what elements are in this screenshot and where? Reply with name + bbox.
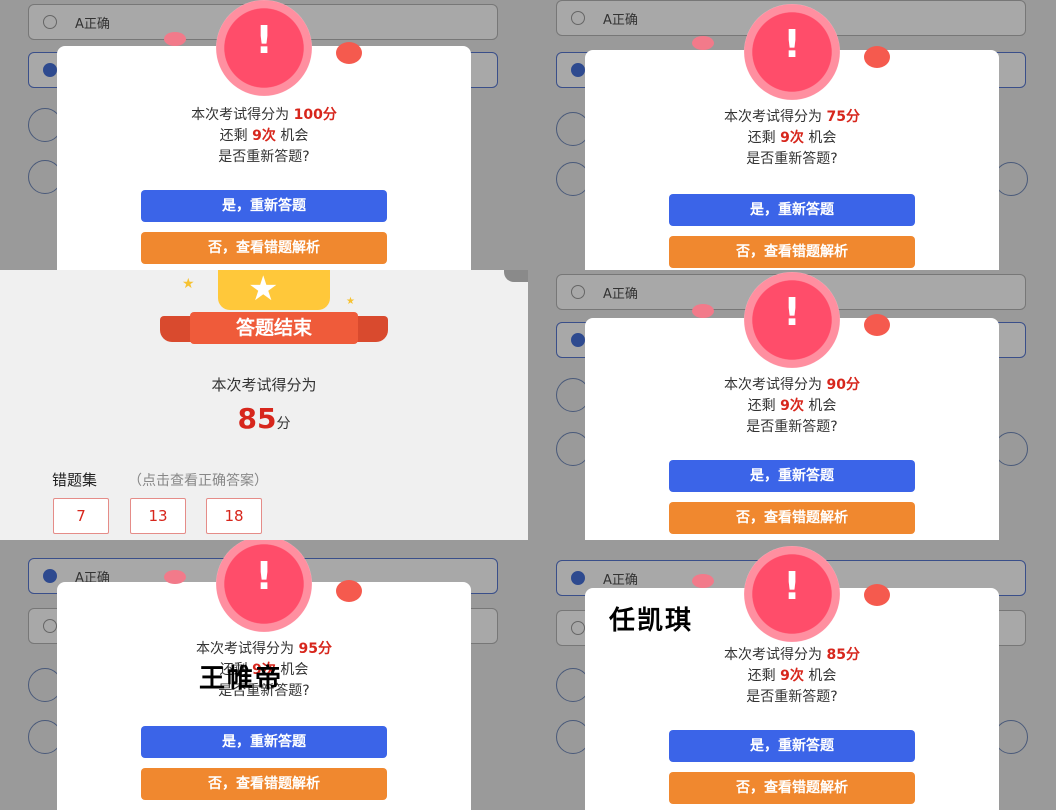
radio-checked-icon bbox=[571, 63, 585, 77]
star-icon: ★ bbox=[248, 270, 279, 309]
remaining-line: 还剩 9次 机会 bbox=[747, 668, 837, 684]
star-icon: ★ bbox=[182, 276, 195, 292]
wrong-item[interactable]: 13 bbox=[130, 498, 186, 534]
balloon-icon bbox=[692, 574, 714, 588]
score-value: 75分 bbox=[826, 109, 860, 125]
wrong-set-hint: （点击查看正确答案） bbox=[128, 473, 268, 489]
radio-checked-icon bbox=[571, 571, 585, 585]
score-value: 100分 bbox=[293, 107, 337, 123]
result-score-label: 本次考试得分为 bbox=[211, 376, 317, 394]
radio-icon bbox=[43, 619, 57, 633]
alert-icon: ! bbox=[744, 4, 840, 100]
result-banner: 答题结束 bbox=[190, 312, 358, 344]
alert-icon: ! bbox=[216, 540, 312, 632]
panel-score-75: A正确 本次考试得分为 75分 还剩 9次 机会 是否重新答题? 是，重新答题 … bbox=[528, 0, 1056, 270]
question-line: 是否重新答题? bbox=[746, 689, 838, 705]
option-circle[interactable] bbox=[994, 432, 1028, 466]
page-edge bbox=[504, 270, 528, 282]
panel-score-100: A正确 本次考试得分为 100分 还剩 9次 机会 是否重新答题? 是，重新答题… bbox=[0, 0, 528, 270]
balloon-icon bbox=[164, 570, 186, 584]
balloon-icon bbox=[164, 32, 186, 46]
balloon-icon bbox=[864, 584, 890, 606]
radio-icon bbox=[571, 11, 585, 25]
review-button[interactable]: 否，查看错题解析 bbox=[669, 772, 915, 804]
remaining-line: 还剩 9次 机会 bbox=[747, 398, 837, 414]
star-icon: ★ bbox=[346, 296, 355, 307]
review-button[interactable]: 否，查看错题解析 bbox=[669, 502, 915, 534]
radio-checked-icon bbox=[43, 569, 57, 583]
review-button[interactable]: 否，查看错题解析 bbox=[141, 232, 387, 264]
radio-icon bbox=[571, 621, 585, 635]
overlay-name-text: 任凯琪 bbox=[609, 606, 694, 636]
panel-score-90: A正确 本次考试得分为 90分 还剩 9次 机会 是否重新答题? 是，重新答题 … bbox=[528, 270, 1056, 540]
wrong-item[interactable]: 18 bbox=[206, 498, 262, 534]
option-circle[interactable] bbox=[994, 162, 1028, 196]
score-line: 本次考试得分为 100分 bbox=[191, 107, 337, 123]
question-line: 是否重新答题? bbox=[746, 419, 838, 435]
option-circle[interactable] bbox=[994, 720, 1028, 754]
retry-button[interactable]: 是，重新答题 bbox=[141, 190, 387, 222]
overlay-name-text: 王帷帝 bbox=[199, 664, 284, 694]
score-line: 本次考试得分为 90分 bbox=[724, 377, 860, 393]
score-line: 本次考试得分为 85分 bbox=[724, 647, 860, 663]
question-line: 是否重新答题? bbox=[746, 151, 838, 167]
review-button[interactable]: 否，查看错题解析 bbox=[669, 236, 915, 268]
alert-icon: ! bbox=[744, 272, 840, 368]
balloon-icon bbox=[692, 304, 714, 318]
question-line: 是否重新答题? bbox=[218, 149, 310, 165]
review-button[interactable]: 否，查看错题解析 bbox=[141, 768, 387, 800]
radio-icon bbox=[571, 285, 585, 299]
result-score: 85分 bbox=[237, 402, 291, 435]
radio-checked-icon bbox=[43, 63, 57, 77]
balloon-icon bbox=[336, 580, 362, 602]
balloon-icon bbox=[692, 36, 714, 50]
panel-score-85: A正确 任凯琪 本次考试得分为 85分 还剩 9次 机会 是否重新答题? 是，重… bbox=[528, 540, 1056, 810]
score-line: 本次考试得分为 95分 bbox=[196, 641, 332, 657]
remaining-line: 还剩 9次 机会 bbox=[747, 130, 837, 146]
score-line: 本次考试得分为 75分 bbox=[724, 109, 860, 125]
wrong-item[interactable]: 7 bbox=[53, 498, 109, 534]
score-value: 95分 bbox=[298, 641, 332, 657]
retry-button[interactable]: 是，重新答题 bbox=[669, 194, 915, 226]
score-value: 90分 bbox=[826, 377, 860, 393]
panel-score-95: A正确 本次考试得分为 95分 还剩 9次 机会 是否重新答题? 王帷帝 是，重… bbox=[0, 540, 528, 810]
alert-icon: ! bbox=[216, 0, 312, 96]
retry-button[interactable]: 是，重新答题 bbox=[669, 460, 915, 492]
remaining-line: 还剩 9次 机会 bbox=[219, 128, 309, 144]
radio-icon bbox=[43, 15, 57, 29]
wrong-set-title: 错题集 bbox=[52, 471, 98, 489]
balloon-icon bbox=[864, 314, 890, 336]
score-value: 85分 bbox=[826, 647, 860, 663]
radio-checked-icon bbox=[571, 333, 585, 347]
retry-button[interactable]: 是，重新答题 bbox=[141, 726, 387, 758]
balloon-icon bbox=[336, 42, 362, 64]
panel-result: ★ ★ ★ 答题结束 本次考试得分为 85分 错题集 （点击查看正确答案） 7 … bbox=[0, 270, 528, 540]
retry-button[interactable]: 是，重新答题 bbox=[669, 730, 915, 762]
balloon-icon bbox=[864, 46, 890, 68]
alert-icon: ! bbox=[744, 546, 840, 642]
